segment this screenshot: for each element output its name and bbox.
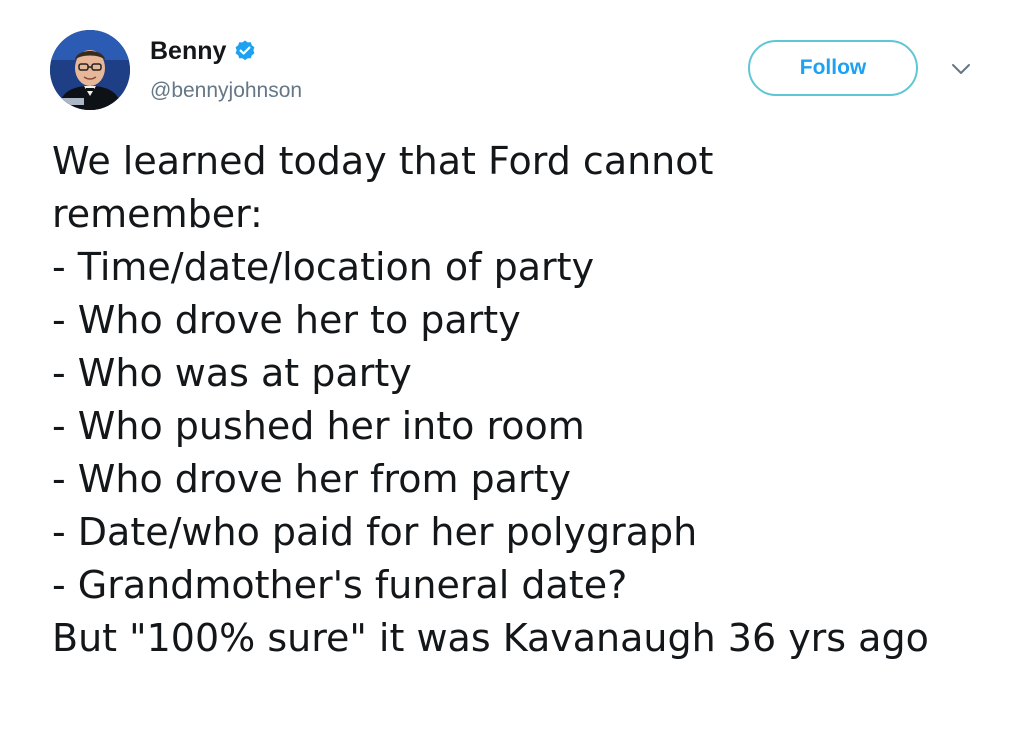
avatar[interactable] <box>50 30 130 110</box>
tweet-list-item: - Who was at party <box>52 351 412 395</box>
tweet-list-item: - Time/date/location of party <box>52 245 595 289</box>
follow-button[interactable]: Follow <box>748 40 918 96</box>
author-display-name[interactable]: Benny <box>150 36 226 66</box>
verified-badge-icon <box>236 40 255 61</box>
tweet-card: Benny @bennyjohnson Follow We learned to… <box>0 0 1024 741</box>
tweet-list-item: - Who drove her from party <box>52 457 571 501</box>
tweet-text: We learned today that Ford cannot rememb… <box>52 135 992 665</box>
tweet-closing-line: But "100% sure" it was Kavanaugh 36 yrs … <box>52 616 929 660</box>
chevron-down-icon[interactable] <box>950 60 972 78</box>
tweet-line: We learned today that Ford cannot <box>52 139 714 183</box>
tweet-list-item: - Who pushed her into room <box>52 404 585 448</box>
author-name-row: Benny <box>150 36 257 66</box>
tweet-list-item: - Date/who paid for her polygraph <box>52 510 698 554</box>
author-handle[interactable]: @bennyjohnson <box>150 78 302 104</box>
tweet-line: remember: <box>52 192 263 236</box>
tweet-list-item: - Who drove her to party <box>52 298 521 342</box>
profile-photo-icon <box>50 30 130 110</box>
tweet-list-item: - Grandmother's funeral date? <box>52 563 628 607</box>
